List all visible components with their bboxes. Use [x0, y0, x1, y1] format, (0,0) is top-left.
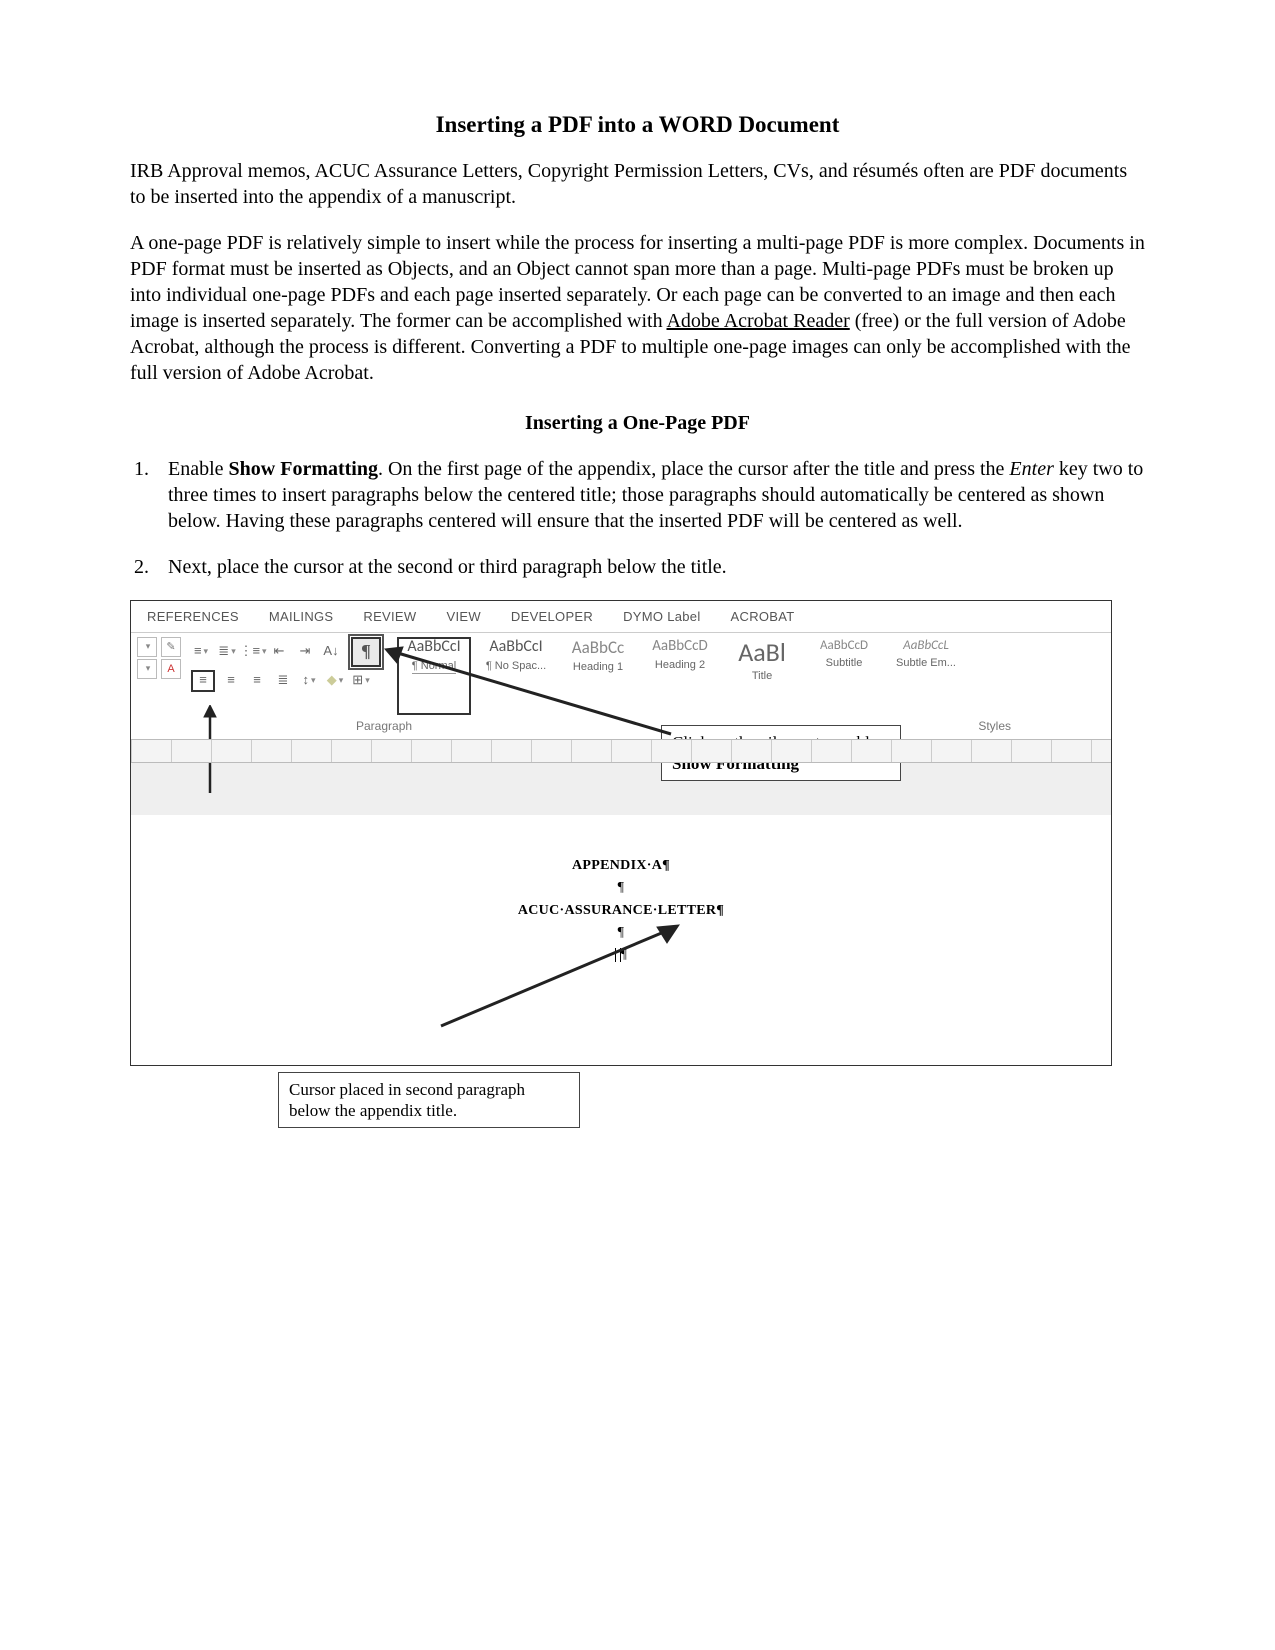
- shading-icon[interactable]: ◆: [325, 672, 345, 690]
- style-gallery-item[interactable]: AaBbCcI ¶ Normal: [397, 637, 471, 715]
- style-gallery-item[interactable]: AaBbCcD Subtitle: [807, 637, 881, 715]
- numbering-icon[interactable]: ≣: [217, 643, 237, 661]
- section-subtitle: Inserting a One-Page PDF: [130, 410, 1145, 436]
- format-painter-col: ✎ A: [161, 637, 181, 715]
- justify-icon[interactable]: ≣: [273, 672, 293, 690]
- style-name-label: Heading 2: [655, 658, 705, 672]
- styles-group-label: Styles: [978, 719, 1011, 735]
- font-dropdown-icon[interactable]: [137, 659, 157, 679]
- ribbon-tab[interactable]: ACROBAT: [731, 609, 795, 626]
- style-gallery-item[interactable]: AaBbCcL Subtle Em...: [889, 637, 963, 715]
- style-sample-text: AaBbCcI: [489, 639, 542, 655]
- pilcrow-line-2: ¶: [251, 922, 991, 944]
- style-sample-text: AaBbCcL: [903, 639, 949, 652]
- cursor-callout: Cursor placed in second paragraph below …: [278, 1072, 580, 1129]
- step-1: Enable Show Formatting. On the first pag…: [154, 456, 1145, 534]
- document-background: [131, 763, 1111, 815]
- align-center-icon[interactable]: ≡: [221, 672, 241, 690]
- paste-dropdown-icon[interactable]: [137, 637, 157, 657]
- decrease-indent-icon[interactable]: ⇤: [269, 643, 289, 661]
- style-gallery: AaBbCcI¶ NormalAaBbCcI¶ No Spac...AaBbCc…: [397, 637, 963, 715]
- paragraph-group-label: Paragraph: [356, 719, 412, 735]
- step1-bold: Show Formatting: [229, 458, 378, 480]
- adobe-reader-link[interactable]: Adobe Acrobat Reader: [666, 310, 849, 332]
- style-name-label: Title: [752, 669, 772, 683]
- step-2: Next, place the cursor at the second or …: [154, 554, 1145, 580]
- page-title: Inserting a PDF into a WORD Document: [130, 110, 1145, 140]
- style-name-label: Heading 1: [573, 660, 623, 674]
- cursor-line: ¶: [251, 944, 991, 966]
- step1-post: . On the first page of the appendix, pla…: [378, 458, 1009, 480]
- ribbon-body: ✎ A ≡ ≣ ⋮≡ ⇤ ⇥ A↓ ¶ ≡ ≡ ≡ ≣: [131, 632, 1111, 739]
- clipboard-mini-col: [137, 637, 157, 715]
- style-sample-text: AaBl: [738, 639, 786, 665]
- step1-italic: Enter: [1009, 458, 1053, 480]
- borders-icon[interactable]: ⊞: [351, 672, 371, 690]
- pilcrow-at-cursor: ¶: [621, 947, 628, 962]
- ribbon-tab[interactable]: REVIEW: [363, 609, 416, 626]
- style-name-label: Subtitle: [826, 656, 863, 670]
- sort-icon[interactable]: A↓: [321, 643, 341, 661]
- ribbon-tab[interactable]: DEVELOPER: [511, 609, 593, 626]
- ribbon-tab[interactable]: VIEW: [446, 609, 480, 626]
- format-painter-icon[interactable]: ✎: [161, 637, 181, 657]
- document-page: APPENDIX·A¶ ¶ ACUC·ASSURANCE·LETTER¶ ¶ ¶: [251, 815, 991, 1065]
- appendix-subtitle-line: ACUC·ASSURANCE·LETTER¶: [251, 900, 991, 922]
- ribbon-tab[interactable]: DYMO Label: [623, 609, 700, 626]
- ribbon-tab[interactable]: MAILINGS: [269, 609, 334, 626]
- word-screenshot-figure: REFERENCES MAILINGS REVIEW VIEW DEVELOPER DYM…: [130, 600, 1112, 1066]
- multilevel-icon[interactable]: ⋮≡: [243, 643, 263, 661]
- style-gallery-item[interactable]: AaBl Title: [725, 637, 799, 715]
- paragraph-group: ≡ ≣ ⋮≡ ⇤ ⇥ A↓ ¶ ≡ ≡ ≡ ≣ ↕ ◆ ⊞: [185, 637, 387, 715]
- style-gallery-item[interactable]: AaBbCcI ¶ No Spac...: [479, 637, 553, 715]
- bullets-icon[interactable]: ≡: [191, 643, 211, 661]
- style-sample-text: AaBbCcD: [820, 639, 868, 652]
- align-right-icon[interactable]: ≡: [247, 672, 267, 690]
- style-sample-text: AaBbCc: [572, 639, 624, 656]
- step1-pre: Enable: [168, 458, 229, 480]
- show-formatting-button[interactable]: ¶: [351, 637, 381, 667]
- style-gallery-item[interactable]: AaBbCc Heading 1: [561, 637, 635, 715]
- font-color-icon[interactable]: A: [161, 659, 181, 679]
- intro-paragraph-2: A one-page PDF is relatively simple to i…: [130, 230, 1145, 386]
- increase-indent-icon[interactable]: ⇥: [295, 643, 315, 661]
- ribbon-tab-row: REFERENCES MAILINGS REVIEW VIEW DEVELOPER DYM…: [131, 601, 1111, 632]
- line-spacing-icon[interactable]: ↕: [299, 672, 319, 690]
- style-name-label: Subtle Em...: [896, 656, 956, 670]
- ribbon-tab[interactable]: REFERENCES: [147, 609, 239, 626]
- intro-paragraph-1: IRB Approval memos, ACUC Assurance Lette…: [130, 158, 1145, 210]
- appendix-title-line: APPENDIX·A¶: [251, 855, 991, 877]
- style-sample-text: AaBbCcD: [652, 639, 707, 654]
- pilcrow-line-1: ¶: [251, 877, 991, 899]
- style-gallery-item[interactable]: AaBbCcD Heading 2: [643, 637, 717, 715]
- style-name-label: ¶ Normal: [412, 659, 456, 674]
- align-left-icon[interactable]: ≡: [191, 670, 215, 692]
- style-name-label: ¶ No Spac...: [486, 659, 546, 673]
- style-sample-text: AaBbCcI: [407, 639, 460, 655]
- ruler: [131, 739, 1111, 763]
